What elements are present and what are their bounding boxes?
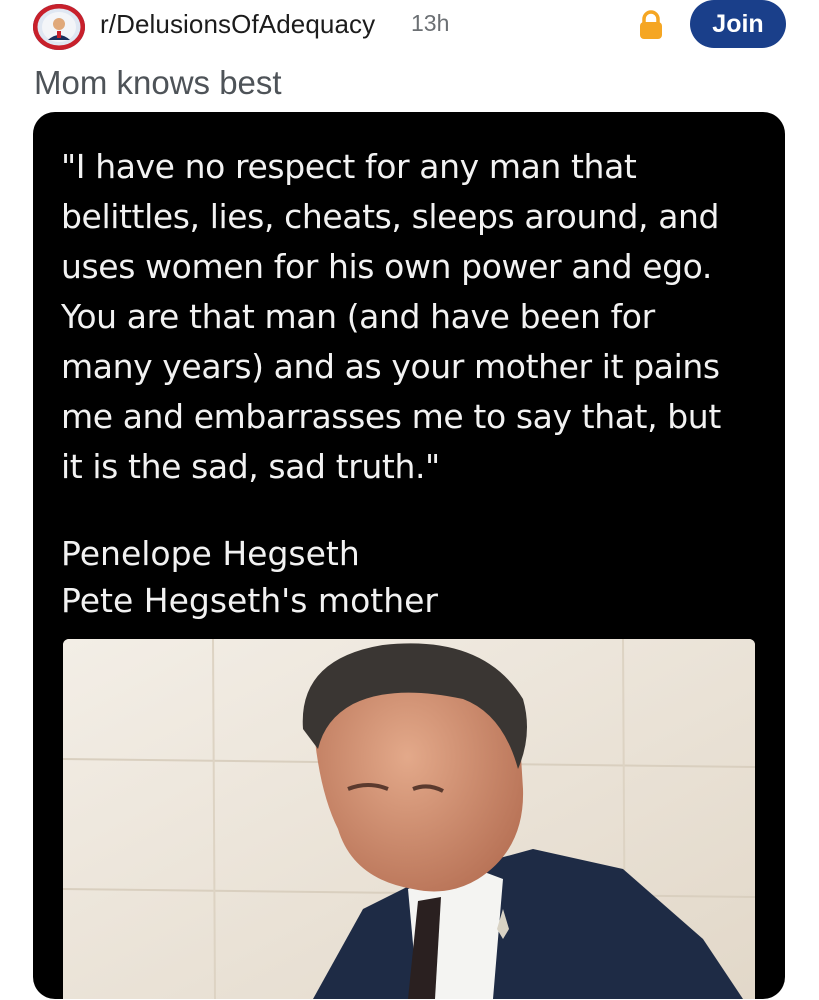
post-age: 13h bbox=[411, 10, 450, 36]
post-image[interactable]: "I have no respect for any man that beli… bbox=[33, 112, 785, 999]
join-button[interactable]: Join bbox=[690, 0, 786, 48]
subreddit-avatar[interactable] bbox=[33, 4, 85, 50]
avatar-icon bbox=[33, 4, 85, 50]
quote-attribution: Penelope Hegseth Pete Hegseth's mother bbox=[61, 530, 438, 624]
post-header: r/DelusionsOfAdequacy 13h Join bbox=[0, 0, 819, 56]
post-title[interactable]: Mom knows best bbox=[34, 64, 282, 102]
quote-text: "I have no respect for any man that beli… bbox=[61, 147, 721, 486]
subreddit-name[interactable]: r/DelusionsOfAdequacy bbox=[100, 9, 375, 40]
author-name: Penelope Hegseth bbox=[61, 534, 360, 573]
portrait-image bbox=[63, 639, 755, 999]
lock-icon bbox=[640, 10, 662, 39]
author-role: Pete Hegseth's mother bbox=[61, 581, 438, 620]
portrait-photo bbox=[63, 639, 755, 999]
